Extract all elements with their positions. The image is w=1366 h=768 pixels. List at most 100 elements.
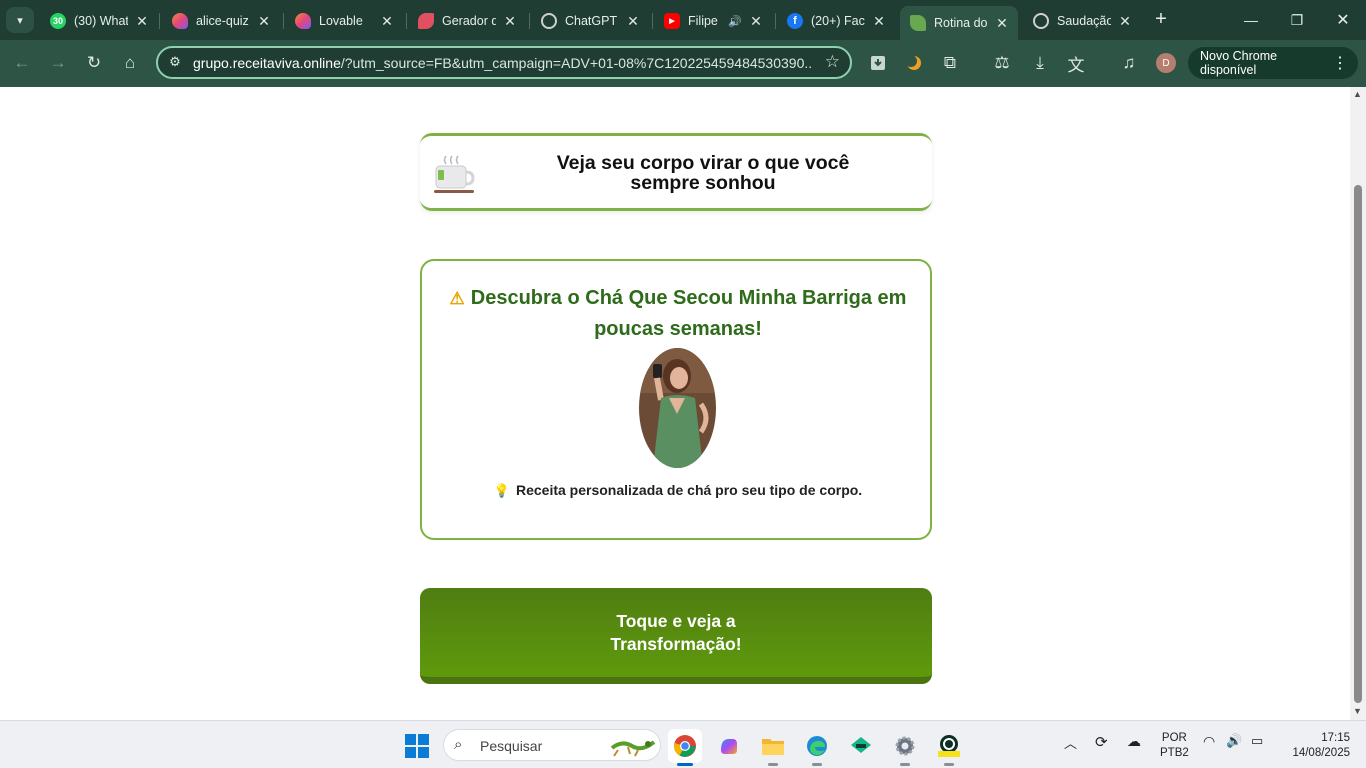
close-icon[interactable]: ✕ — [748, 13, 764, 30]
downloads-icon[interactable]: ⤓ — [1027, 50, 1053, 76]
windows-start-icon[interactable] — [404, 733, 430, 759]
taskbar-copilot[interactable] — [712, 729, 746, 763]
close-icon[interactable]: ✕ — [502, 13, 518, 30]
sync-icon[interactable]: ⟳ — [1095, 733, 1108, 751]
copilot-icon — [721, 739, 737, 754]
scroll-down-icon[interactable]: ▼ — [1353, 706, 1362, 716]
performance-icon[interactable]: ⚖ — [989, 50, 1015, 76]
tab-title: (20+) Facebook — [811, 14, 865, 28]
clock-time: 17:15 — [1321, 732, 1350, 744]
tab-lovable[interactable]: Lovable ✕ — [285, 6, 403, 36]
search-highlight-lizard-icon — [610, 740, 656, 757]
warning-icon: ⚠ — [449, 289, 465, 308]
taskbar-file-explorer[interactable] — [756, 729, 790, 766]
tab-separator — [652, 13, 653, 29]
taskbar-app-green[interactable] — [844, 729, 878, 763]
taskbar-search[interactable]: ⌕ Pesquisar — [443, 729, 661, 761]
tea-leaf-icon — [910, 15, 926, 31]
tab-whatsapp[interactable]: 30 (30) WhatsApp ✕ — [40, 6, 158, 36]
home-icon[interactable]: ⌂ — [117, 50, 143, 76]
close-icon[interactable]: ✕ — [994, 15, 1010, 32]
language-code: POR — [1161, 732, 1187, 744]
close-icon[interactable]: ✕ — [134, 13, 150, 30]
wifi-icon[interactable]: ◠ — [1203, 733, 1215, 750]
scrollbar-thumb[interactable] — [1354, 185, 1362, 703]
browser-tab-strip: ▾ 30 (30) WhatsApp ✕ alice-quiz ✕ Lovabl… — [0, 0, 1366, 40]
running-indicator — [812, 763, 822, 766]
extension-moon-icon[interactable] — [901, 50, 927, 76]
tab-title: ChatGPT — [565, 14, 618, 28]
chrome-update-button[interactable]: Novo Chrome disponível ⋮ — [1188, 47, 1358, 79]
tab-title: Saudação — [1057, 14, 1111, 28]
translate-icon[interactable]: 文 — [1063, 50, 1089, 76]
tab-title: Gerador de — [442, 14, 496, 28]
tab-title: alice-quiz — [196, 14, 249, 28]
reload-icon[interactable]: ↻ — [81, 50, 107, 76]
youtube-icon: ▶ — [664, 13, 680, 29]
browser-toolbar: ← → ↻ ⌂ ⚙ grupo.receitaviva.online/?utm_… — [0, 40, 1366, 87]
taskbar-settings[interactable] — [888, 729, 922, 766]
taskbar-chatgpt[interactable] — [932, 729, 966, 766]
tray-overflow-icon[interactable]: ︿ — [1064, 733, 1077, 752]
scroll-up-icon[interactable]: ▲ — [1353, 89, 1362, 99]
close-icon[interactable]: ✕ — [1117, 13, 1133, 30]
new-tab-button[interactable]: + — [1150, 8, 1172, 30]
tab-separator — [406, 13, 407, 29]
profile-avatar[interactable]: D — [1156, 53, 1176, 73]
language-indicator[interactable]: POR PTB2 — [1160, 731, 1189, 761]
taskbar-edge[interactable] — [800, 729, 834, 766]
taskbar-chrome[interactable] — [668, 729, 702, 766]
file-explorer-icon — [762, 739, 784, 755]
tab-title: Filipe — [688, 14, 718, 28]
address-bar[interactable]: ⚙ grupo.receitaviva.online/?utm_source=F… — [156, 46, 852, 79]
offer-subtitle-block: 💡 Receita personalizada de chá pro seu ti… — [442, 482, 914, 499]
system-clock[interactable]: 17:15 14/08/2025 — [1280, 731, 1350, 761]
tab-alice-quiz[interactable]: alice-quiz ✕ — [162, 6, 280, 36]
chatgpt-icon — [1033, 13, 1049, 29]
whatsapp-icon: 30 — [50, 13, 66, 29]
chatgpt-icon — [541, 13, 557, 29]
close-icon[interactable]: ✕ — [256, 13, 272, 30]
volume-icon[interactable]: 🔊 — [1226, 733, 1242, 749]
offer-card: ⚠ Descubra o Chá Que Secou Minha Barriga … — [420, 259, 932, 540]
tab-chatgpt[interactable]: ChatGPT ✕ — [531, 6, 649, 36]
bookmark-star-icon[interactable]: ☆ — [825, 52, 840, 72]
tab-rotina-active[interactable]: Rotina do ✕ — [900, 6, 1018, 40]
extensions-puzzle-icon[interactable]: ⧉ — [937, 50, 963, 76]
page-viewport: Veja seu corpo virar o que você sempre s… — [0, 87, 1350, 720]
back-icon[interactable]: ← — [9, 50, 35, 76]
menu-kebab-icon[interactable]: ⋮ — [1332, 53, 1348, 73]
minimize-button[interactable]: — — [1228, 6, 1274, 34]
tab-facebook[interactable]: f (20+) Facebook ✕ — [777, 6, 895, 36]
keyboard-layout: PTB2 — [1160, 747, 1189, 759]
transformation-cta-button[interactable]: Toque e veja a Transformação! — [420, 588, 932, 684]
windows-taskbar: ⌕ Pesquisar ︿ ⟳ ☁ POR PTB2 ◠ 🔊 ▭ 17:15 1… — [0, 720, 1366, 768]
tab-youtube-filipe[interactable]: ▶ Filipe 🔊 ✕ — [654, 6, 772, 36]
media-control-icon[interactable]: ♫ — [1116, 50, 1142, 76]
speaker-icon[interactable]: 🔊 — [728, 15, 742, 28]
forward-icon[interactable]: → — [45, 50, 71, 76]
close-window-button[interactable]: ✕ — [1320, 6, 1366, 34]
header-card: Veja seu corpo virar o que você sempre s… — [420, 133, 932, 211]
install-app-icon[interactable] — [865, 50, 891, 76]
offer-title: Descubra o Chá Que Secou Minha Barriga e… — [470, 287, 907, 340]
url-host: grupo.receitaviva.online — [193, 55, 341, 71]
close-icon[interactable]: ✕ — [379, 13, 395, 30]
close-icon[interactable]: ✕ — [871, 13, 887, 30]
close-icon[interactable]: ✕ — [625, 13, 641, 30]
pepper-icon — [418, 13, 434, 29]
app-store-icon — [851, 737, 871, 753]
onedrive-offline-icon[interactable]: ☁ — [1127, 733, 1141, 750]
restore-button[interactable]: ❐ — [1274, 6, 1320, 34]
site-info-icon[interactable]: ⚙ — [166, 54, 184, 72]
running-indicator — [900, 763, 910, 766]
url-text[interactable]: grupo.receitaviva.online/?utm_source=FB&… — [193, 55, 813, 71]
tab-separator — [159, 13, 160, 29]
tab-search-button[interactable]: ▾ — [6, 7, 34, 33]
tab-saudacao[interactable]: Saudação ✕ — [1023, 6, 1141, 36]
page-scrollbar[interactable]: ▲ ▼ — [1350, 87, 1366, 720]
tab-gerador[interactable]: Gerador de ✕ — [408, 6, 526, 36]
battery-icon[interactable]: ▭ — [1251, 733, 1263, 749]
running-indicator — [768, 763, 778, 766]
chrome-icon — [674, 735, 696, 757]
